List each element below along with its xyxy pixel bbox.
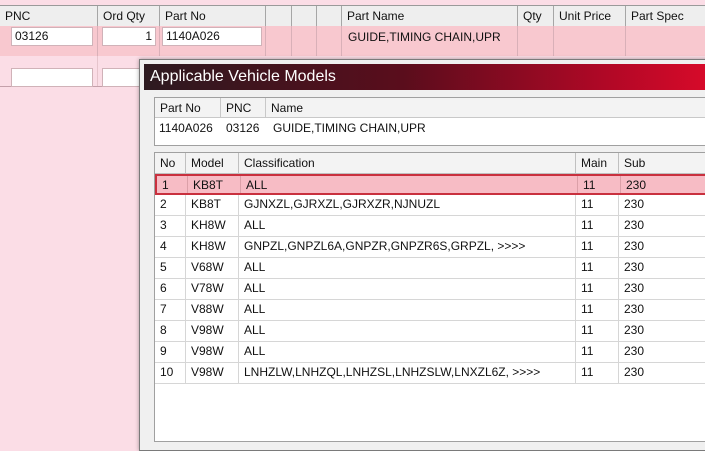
cell-main: 11 bbox=[578, 176, 621, 193]
cell-main: 11 bbox=[576, 258, 619, 278]
cell-main: 11 bbox=[576, 300, 619, 320]
cell-model: V98W bbox=[186, 321, 239, 341]
cell-sub: 230 bbox=[619, 321, 705, 341]
cell-model: KH8W bbox=[186, 216, 239, 236]
table-row[interactable]: 3 KH8W ALL 11 230 bbox=[155, 216, 705, 237]
pnc-field[interactable]: 03126 bbox=[11, 27, 93, 46]
pnc-field-2[interactable] bbox=[11, 68, 93, 87]
cell-no: 5 bbox=[155, 258, 186, 278]
cell-model: V78W bbox=[186, 279, 239, 299]
cell-no: 10 bbox=[155, 363, 186, 383]
table-row[interactable]: 1 KB8T ALL 11 230 bbox=[155, 174, 705, 195]
info-pnc: 03126 bbox=[226, 121, 260, 135]
th-no[interactable]: No bbox=[155, 153, 186, 174]
part-no-field[interactable]: 1140A026 bbox=[162, 27, 262, 46]
cell-sub: 230 bbox=[619, 342, 705, 362]
cell-no: 2 bbox=[155, 195, 186, 215]
cell-sub: 230 bbox=[621, 176, 705, 193]
cell-model: KB8T bbox=[186, 195, 239, 215]
cell-classification: ALL bbox=[241, 176, 578, 193]
col-header-part-no[interactable]: Part No bbox=[160, 6, 266, 26]
table-row[interactable]: 9 V98W ALL 11 230 bbox=[155, 342, 705, 363]
cell-no: 1 bbox=[157, 176, 188, 193]
cell-sub: 230 bbox=[619, 237, 705, 257]
cell-classification: GNPZL,GNPZL6A,GNPZR,GNPZR6S,GRPZL, >>>> bbox=[239, 237, 576, 257]
cell-sub: 230 bbox=[619, 195, 705, 215]
dialog-title: Applicable Vehicle Models bbox=[150, 68, 336, 85]
dialog-titlebar[interactable]: Applicable Vehicle Models bbox=[144, 64, 705, 90]
cell-no: 6 bbox=[155, 279, 186, 299]
cell-sub: 230 bbox=[619, 363, 705, 383]
cell-main: 11 bbox=[576, 342, 619, 362]
cell-classification: ALL bbox=[239, 279, 576, 299]
vehicle-models-table: No Model Classification Main Sub 1 KB8T AL… bbox=[154, 152, 705, 442]
ord-qty-field[interactable]: 1 bbox=[102, 27, 156, 46]
cell-no: 4 bbox=[155, 237, 186, 257]
table-row[interactable]: 10 V98W LNHZLW,LNHZQL,LNHZSL,LNHZSLW,LNXZL… bbox=[155, 363, 705, 384]
cell-sub: 230 bbox=[619, 279, 705, 299]
cell-model: KB8T bbox=[188, 176, 241, 193]
table-row[interactable]: 7 V88W ALL 11 230 bbox=[155, 300, 705, 321]
cell-main: 11 bbox=[576, 237, 619, 257]
cell-main: 11 bbox=[576, 216, 619, 236]
th-model[interactable]: Model bbox=[186, 153, 239, 174]
cell-classification: ALL bbox=[239, 342, 576, 362]
cell-model: V98W bbox=[186, 363, 239, 383]
order-grid-header: PNC Ord Qty Part No Part Name Qty Unit P… bbox=[0, 5, 705, 27]
order-row-1[interactable]: 03126 1 1140A026 GUIDE,TIMING CHAIN,UPR bbox=[0, 26, 705, 56]
info-header-name: Name bbox=[266, 98, 705, 118]
cell-classification: ALL bbox=[239, 300, 576, 320]
info-name: GUIDE,TIMING CHAIN,UPR bbox=[273, 121, 426, 135]
cell-sub: 230 bbox=[619, 258, 705, 278]
table-row[interactable]: 2 KB8T GJNXZL,GJRXZL,GJRXZR,NJNUZL 11 230 bbox=[155, 195, 705, 216]
col-header-ord-qty[interactable]: Ord Qty bbox=[98, 6, 160, 26]
cell-no: 8 bbox=[155, 321, 186, 341]
part-name-text: GUIDE,TIMING CHAIN,UPR bbox=[348, 30, 501, 44]
table-row[interactable]: 6 V78W ALL 11 230 bbox=[155, 279, 705, 300]
th-classification[interactable]: Classification bbox=[239, 153, 576, 174]
cell-no: 3 bbox=[155, 216, 186, 236]
info-header-part-no: Part No bbox=[155, 98, 221, 118]
col-header-blank-3[interactable] bbox=[317, 6, 342, 26]
info-header-pnc: PNC bbox=[221, 98, 266, 118]
col-header-blank-2[interactable] bbox=[292, 6, 317, 26]
col-header-blank-1[interactable] bbox=[266, 6, 292, 26]
cell-sub: 230 bbox=[619, 300, 705, 320]
col-header-pnc[interactable]: PNC bbox=[0, 6, 98, 26]
cell-classification: LNHZLW,LNHZQL,LNHZSL,LNHZSLW,LNXZL6Z, >>… bbox=[239, 363, 576, 383]
table-row[interactable]: 4 KH8W GNPZL,GNPZL6A,GNPZR,GNPZR6S,GRPZL, … bbox=[155, 237, 705, 258]
cell-model: KH8W bbox=[186, 237, 239, 257]
cell-classification: GJNXZL,GJRXZL,GJRXZR,NJNUZL bbox=[239, 195, 576, 215]
cell-model: V98W bbox=[186, 342, 239, 362]
col-header-part-name[interactable]: Part Name bbox=[342, 6, 518, 26]
col-header-part-spec[interactable]: Part Spec bbox=[626, 6, 705, 26]
cell-model: V88W bbox=[186, 300, 239, 320]
table-row[interactable]: 8 V98W ALL 11 230 bbox=[155, 321, 705, 342]
cell-model: V68W bbox=[186, 258, 239, 278]
cell-main: 11 bbox=[576, 363, 619, 383]
cell-main: 11 bbox=[576, 195, 619, 215]
info-part-no: 1140A026 bbox=[159, 121, 213, 135]
cell-classification: ALL bbox=[239, 216, 576, 236]
table-row[interactable]: 5 V68W ALL 11 230 bbox=[155, 258, 705, 279]
part-info-panel: Part No PNC Name 1140A026 03126 GUIDE,TI… bbox=[154, 97, 705, 146]
cell-sub: 230 bbox=[619, 216, 705, 236]
th-sub[interactable]: Sub bbox=[619, 153, 705, 174]
cell-no: 7 bbox=[155, 300, 186, 320]
cell-main: 11 bbox=[576, 321, 619, 341]
cell-main: 11 bbox=[576, 279, 619, 299]
cell-no: 9 bbox=[155, 342, 186, 362]
col-header-qty[interactable]: Qty bbox=[518, 6, 554, 26]
cell-classification: ALL bbox=[239, 321, 576, 341]
col-header-unit-price[interactable]: Unit Price bbox=[554, 6, 626, 26]
th-main[interactable]: Main bbox=[576, 153, 619, 174]
cell-classification: ALL bbox=[239, 258, 576, 278]
